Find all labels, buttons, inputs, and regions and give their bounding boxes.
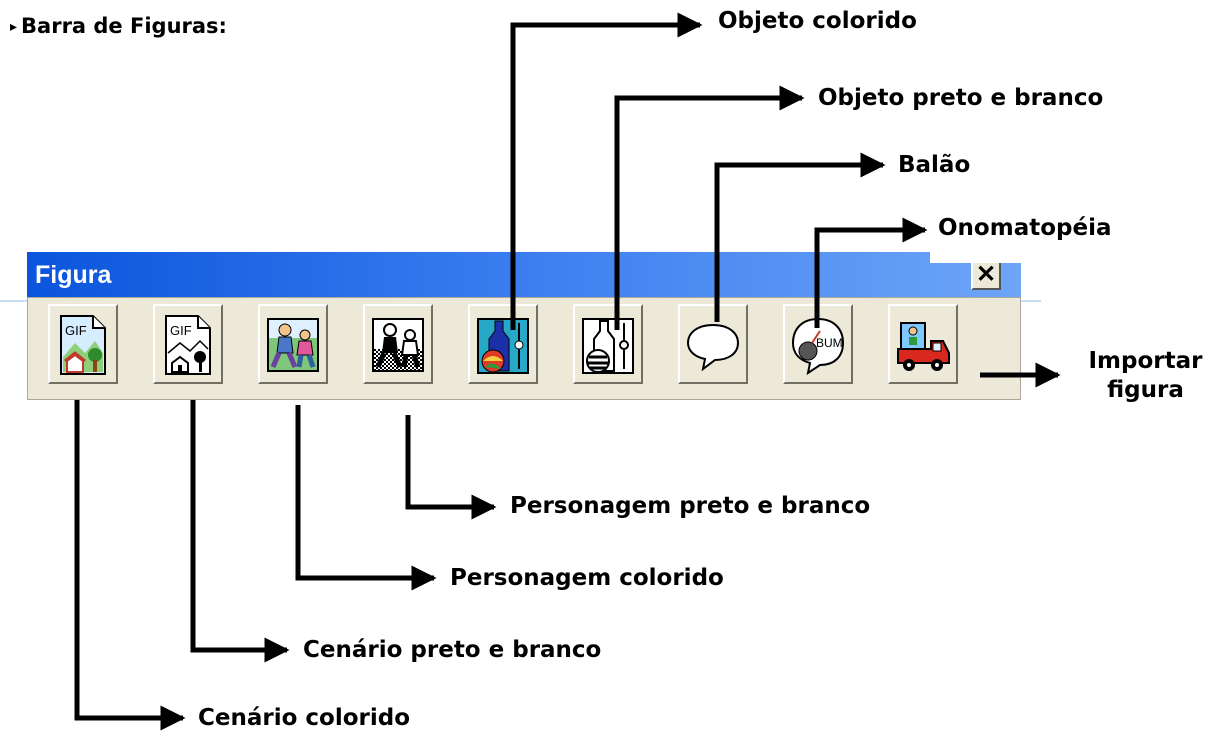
label-balao: Balão [898, 152, 971, 178]
onomatopoeia-bum-icon: BUM [791, 317, 845, 376]
svg-text:GIF: GIF [170, 323, 192, 338]
importar-figura-button[interactable] [888, 304, 958, 384]
connector-personagem-colorido [295, 405, 437, 591]
gif-bw-scene-icon: GIF [165, 315, 211, 375]
objeto-colorido-button[interactable] [468, 304, 538, 384]
cenario-preto-e-branco-button[interactable]: GIF [153, 304, 223, 384]
label-personagem-colorido: Personagem colorido [450, 565, 724, 591]
label-personagem-preto-branco: Personagem preto e branco [510, 493, 871, 519]
background-line [1021, 300, 1041, 302]
objeto-preto-e-branco-button[interactable] [573, 304, 643, 384]
onomatopeia-button[interactable]: BUM [783, 304, 853, 384]
balao-button[interactable] [678, 304, 748, 384]
svg-text:GIF: GIF [65, 323, 87, 338]
bw-characters-icon [372, 318, 424, 372]
connector-cenario-colorido [74, 400, 186, 731]
label-onomatopeia: Onomatopéia [938, 215, 1112, 241]
color-object-icon [477, 318, 529, 374]
section-heading: ▸ Barra de Figuras: [10, 14, 227, 38]
personagem-preto-e-branco-button[interactable] [363, 304, 433, 384]
heading-text: Barra de Figuras: [21, 14, 227, 38]
bw-object-icon [582, 318, 634, 374]
svg-text:BUM: BUM [816, 336, 843, 350]
cenario-colorido-button[interactable]: GIF [48, 304, 118, 384]
gif-color-scene-icon: GIF [60, 315, 106, 375]
truck-import-icon [897, 322, 950, 371]
bullet-arrow-icon: ▸ [10, 19, 18, 35]
speech-balloon-icon [686, 323, 740, 372]
label-importar-figura: Importar figura [1088, 348, 1203, 403]
label-objeto-preto-branco: Objeto preto e branco [818, 85, 1104, 111]
label-cenario-preto-branco: Cenário preto e branco [303, 637, 602, 663]
window-title: Figura [35, 261, 112, 289]
figura-toolbar-window: Figura ✕ GIF GIF BUM [27, 252, 1021, 400]
close-button[interactable]: ✕ [971, 260, 1001, 290]
connector-personagem-preto-branco [405, 415, 497, 520]
label-objeto-colorido: Objeto colorido [718, 8, 917, 34]
connector-cenario-preto-branco [190, 400, 290, 663]
title-bar: Figura ✕ [27, 252, 1021, 297]
close-icon: ✕ [975, 261, 997, 288]
label-cenario-colorido: Cenário colorido [198, 705, 411, 731]
color-characters-icon [267, 318, 319, 372]
personagem-colorido-button[interactable] [258, 304, 328, 384]
background-line [0, 300, 27, 302]
